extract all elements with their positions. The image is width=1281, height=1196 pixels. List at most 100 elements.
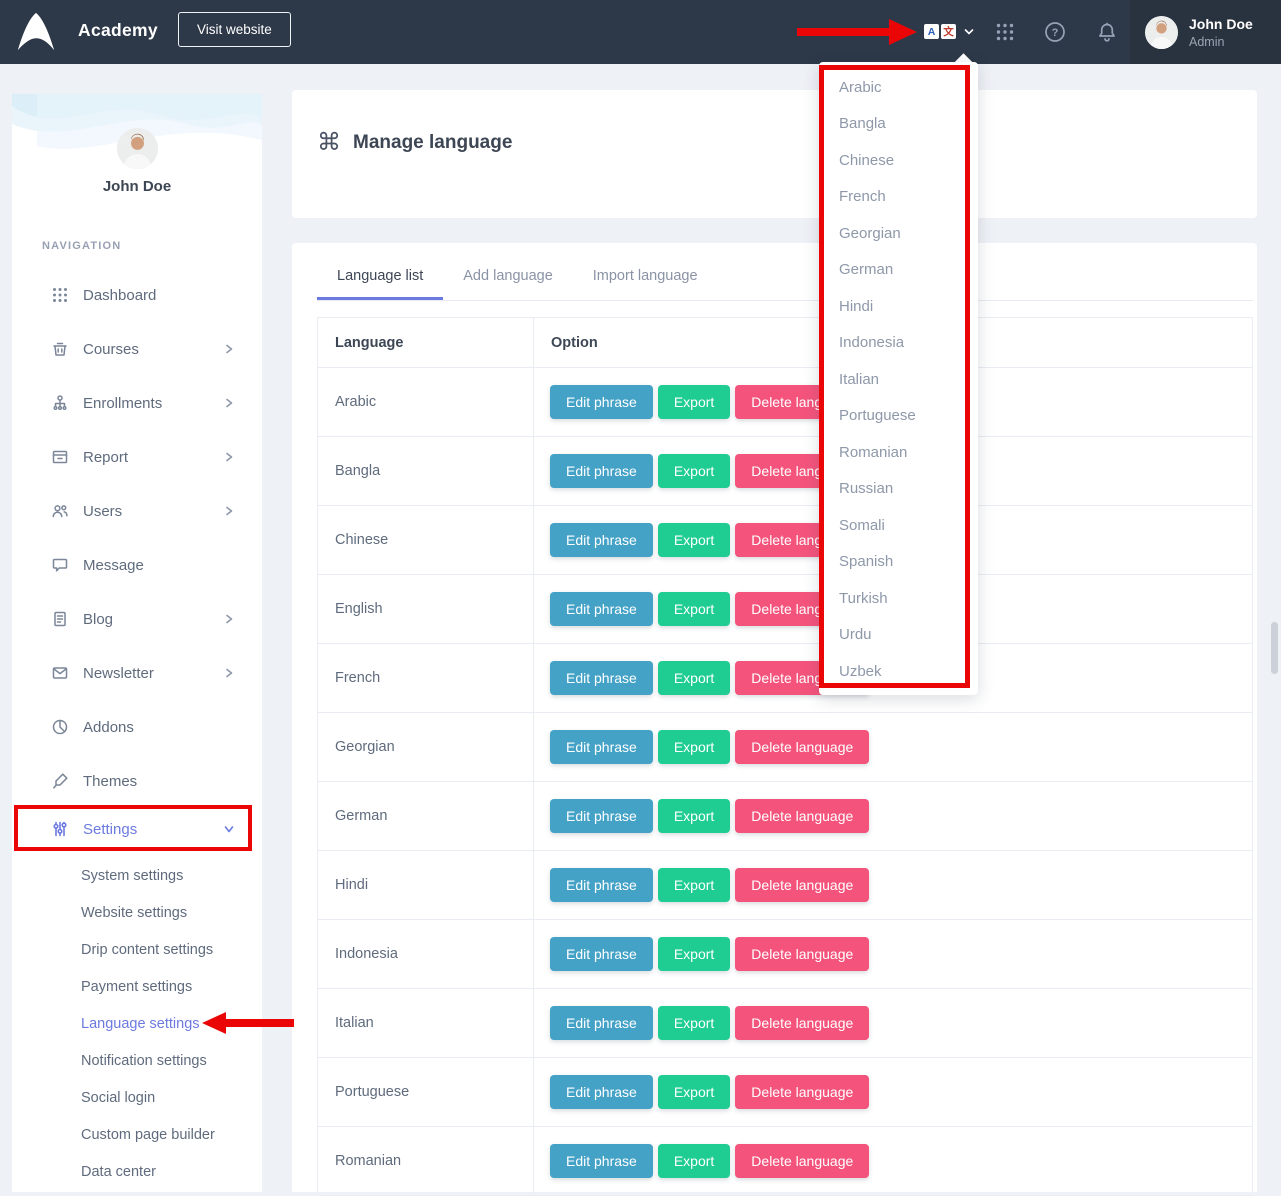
language-dropdown-item[interactable]: Russian <box>819 471 978 508</box>
tab[interactable]: Import language <box>573 243 718 300</box>
sidebar-item[interactable]: Courses <box>12 322 262 376</box>
newsletter-icon <box>50 663 70 683</box>
sidebar-item-settings[interactable]: Settings <box>12 806 262 852</box>
language-dropdown-item[interactable]: French <box>819 179 978 216</box>
courses-icon <box>50 339 70 359</box>
sidebar-item[interactable]: Themes <box>12 754 262 808</box>
notifications-bell-icon[interactable] <box>1096 21 1118 43</box>
sidebar-subitem[interactable]: Custom page builder <box>12 1116 262 1153</box>
help-icon[interactable]: ? <box>1044 21 1066 43</box>
sidebar-subitem[interactable]: Website settings <box>12 894 262 931</box>
table-body: Arabic Edit phrase Export Delete languag… <box>318 368 1252 1196</box>
export-button[interactable]: Export <box>658 868 730 902</box>
export-button[interactable]: Export <box>658 730 730 764</box>
export-button[interactable]: Export <box>658 799 730 833</box>
visit-website-button[interactable]: Visit website <box>178 12 291 47</box>
chevron-right-icon <box>222 342 236 356</box>
edit-phrase-button[interactable]: Edit phrase <box>550 592 653 626</box>
sidebar-item[interactable]: Dashboard <box>12 268 262 322</box>
language-name: Romanian <box>318 1127 534 1195</box>
sidebar-subitem[interactable]: Notification settings <box>12 1042 262 1079</box>
sidebar-subitem[interactable]: Data center <box>12 1153 262 1190</box>
language-dropdown-item[interactable]: Turkish <box>819 580 978 617</box>
export-button[interactable]: Export <box>658 523 730 557</box>
sidebar-item[interactable]: Enrollments <box>12 376 262 430</box>
export-button[interactable]: Export <box>658 1144 730 1178</box>
export-button[interactable]: Export <box>658 454 730 488</box>
edit-phrase-button[interactable]: Edit phrase <box>550 454 653 488</box>
language-dropdown-item[interactable]: Hindi <box>819 288 978 325</box>
delete-language-button[interactable]: Delete language <box>735 1075 869 1109</box>
edit-phrase-button[interactable]: Edit phrase <box>550 1144 653 1178</box>
language-name: Portuguese <box>318 1058 534 1126</box>
themes-icon <box>50 771 70 791</box>
sidebar-item[interactable]: Newsletter <box>12 646 262 700</box>
sidebar-item[interactable]: Report <box>12 430 262 484</box>
table-row: Arabic Edit phrase Export Delete languag… <box>318 368 1252 437</box>
language-dropdown-item[interactable]: Georgian <box>819 215 978 252</box>
apps-grid-icon[interactable] <box>994 21 1016 43</box>
table-header: Language Option <box>318 318 1252 368</box>
tab[interactable]: Add language <box>443 243 573 300</box>
language-dropdown-item[interactable]: Italian <box>819 361 978 398</box>
edit-phrase-button[interactable]: Edit phrase <box>550 1075 653 1109</box>
table-row: Bangla Edit phrase Export Delete languag… <box>318 437 1252 506</box>
edit-phrase-button[interactable]: Edit phrase <box>550 1006 653 1040</box>
user-menu[interactable]: John Doe Admin <box>1130 0 1281 64</box>
language-name: Italian <box>318 989 534 1057</box>
delete-language-button[interactable]: Delete language <box>735 1144 869 1178</box>
tab-bar: Language list Add language Import langua… <box>317 243 718 300</box>
delete-language-button[interactable]: Delete language <box>735 868 869 902</box>
sidebar-subitem[interactable]: Social login <box>12 1079 262 1116</box>
export-button[interactable]: Export <box>658 1006 730 1040</box>
language-name: French <box>318 644 534 712</box>
edit-phrase-button[interactable]: Edit phrase <box>550 937 653 971</box>
sidebar-item[interactable]: Blog <box>12 592 262 646</box>
delete-language-button[interactable]: Delete language <box>735 730 869 764</box>
profile-avatar <box>117 128 158 169</box>
edit-phrase-button[interactable]: Edit phrase <box>550 661 653 695</box>
blog-icon <box>50 609 70 629</box>
language-dropdown-item[interactable]: Arabic <box>819 69 978 106</box>
edit-phrase-button[interactable]: Edit phrase <box>550 730 653 764</box>
sidebar-subitem[interactable]: System settings <box>12 857 262 894</box>
table-row: Chinese Edit phrase Export Delete langua… <box>318 506 1252 575</box>
language-dropdown-item[interactable]: Chinese <box>819 142 978 179</box>
profile-name: John Doe <box>12 178 262 195</box>
table-row: Hindi Edit phrase Export Delete language <box>318 851 1252 920</box>
delete-language-button[interactable]: Delete language <box>735 799 869 833</box>
language-dropdown-item[interactable]: Spanish <box>819 544 978 581</box>
language-dropdown-item[interactable]: Somali <box>819 507 978 544</box>
language-dropdown-item[interactable]: Urdu <box>819 617 978 654</box>
export-button[interactable]: Export <box>658 937 730 971</box>
user-role: Admin <box>1189 35 1253 49</box>
sidebar-item[interactable]: Message <box>12 538 262 592</box>
language-name: Georgian <box>318 713 534 781</box>
edit-phrase-button[interactable]: Edit phrase <box>550 523 653 557</box>
scrollbar-thumb[interactable] <box>1271 622 1278 674</box>
language-dropdown-item[interactable]: Portuguese <box>819 398 978 435</box>
language-dropdown-item[interactable]: Indonesia <box>819 325 978 362</box>
sidebar-subitem[interactable]: Drip content settings <box>12 931 262 968</box>
sidebar-item[interactable]: Users <box>12 484 262 538</box>
delete-language-button[interactable]: Delete language <box>735 937 869 971</box>
language-dropdown-item[interactable]: German <box>819 252 978 289</box>
language-dropdown-item[interactable]: Romanian <box>819 434 978 471</box>
edit-phrase-button[interactable]: Edit phrase <box>550 799 653 833</box>
edit-phrase-button[interactable]: Edit phrase <box>550 385 653 419</box>
export-button[interactable]: Export <box>658 1075 730 1109</box>
tab[interactable]: Language list <box>317 243 443 300</box>
nav-caption: NAVIGATION <box>42 240 121 252</box>
sidebar-item[interactable]: Addons <box>12 700 262 754</box>
language-dropdown-item[interactable]: Uzbek <box>819 653 978 690</box>
table-row: Romanian Edit phrase Export Delete langu… <box>318 1127 1252 1196</box>
export-button[interactable]: Export <box>658 592 730 626</box>
translate-language-icon[interactable]: A 文 <box>924 24 975 39</box>
delete-language-button[interactable]: Delete language <box>735 1006 869 1040</box>
edit-phrase-button[interactable]: Edit phrase <box>550 868 653 902</box>
language-dropdown-item[interactable]: Bangla <box>819 106 978 143</box>
export-button[interactable]: Export <box>658 661 730 695</box>
export-button[interactable]: Export <box>658 385 730 419</box>
sidebar-subitem[interactable]: Payment settings <box>12 968 262 1005</box>
annotation-arrow-translate <box>797 19 917 45</box>
